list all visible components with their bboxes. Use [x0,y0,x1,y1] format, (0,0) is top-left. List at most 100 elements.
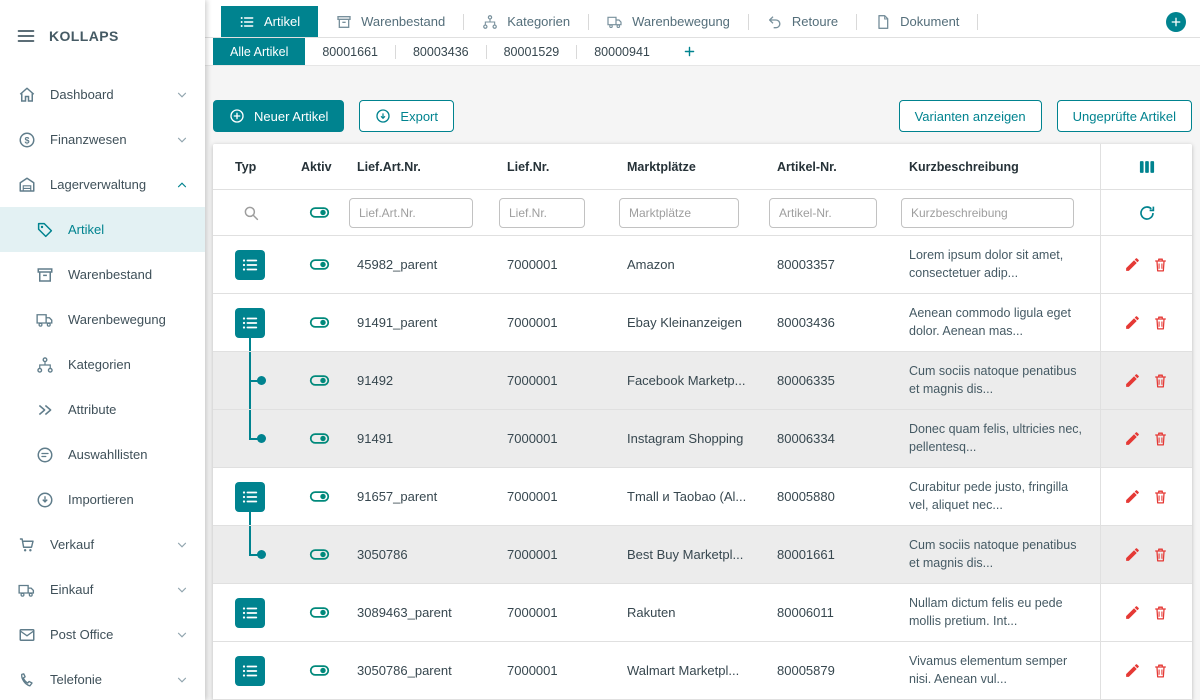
return-icon [767,14,783,30]
sidebar-item-verkauf[interactable]: Verkauf [0,522,205,567]
column-header-lief-art-nr[interactable]: Lief.Art.Nr. [349,160,499,174]
unchecked-articles-button[interactable]: Ungeprüfte Artikel [1057,100,1192,132]
subtab-80001529[interactable]: 80001529 [487,38,577,65]
filter-artikel-nr-input[interactable] [769,198,877,228]
edit-button[interactable] [1124,256,1141,273]
sidebar-item-attribute[interactable]: Attribute [0,387,205,432]
sidebar-item-auswahllisten[interactable]: Auswahllisten [0,432,205,477]
hamburger-menu-icon[interactable] [16,26,36,46]
column-header-kurzbeschreibung[interactable]: Kurzbeschreibung [901,160,1100,174]
expand-row-button[interactable] [235,482,265,512]
subtab-label: 80003436 [413,45,469,59]
chevron-down-icon [175,133,189,147]
sidebar-item-dashboard[interactable]: Dashboard [0,72,205,117]
sidebar-item-label: Kategorien [68,357,131,372]
sidebar-item-post-office[interactable]: Post Office [0,612,205,657]
add-article-tab-button[interactable] [667,38,712,65]
column-header-marktpl-tze[interactable]: Marktplätze [619,160,769,174]
cell-typ [213,642,289,699]
sidebar-item-einkauf[interactable]: Einkauf [0,567,205,612]
delete-button[interactable] [1152,430,1169,447]
active-toggle-icon[interactable] [309,486,330,507]
sidebar-item-finanzwesen[interactable]: $ Finanzwesen [0,117,205,162]
cell-lief-nr: 7000001 [499,257,619,272]
column-header-typ[interactable]: Typ [213,160,289,174]
tab-dokument[interactable]: Dokument [857,6,977,37]
edit-button[interactable] [1124,662,1141,679]
sidebar-item-lagerverwaltung[interactable]: Lagerverwaltung [0,162,205,207]
column-header-artikel-nr[interactable]: Artikel-Nr. [769,160,901,174]
chevron-down-icon [175,673,189,687]
table-row: 3050786 7000001 Best Buy Marketpl... 800… [213,526,1192,584]
active-toggle-icon[interactable] [309,660,330,681]
tab-retoure[interactable]: Retoure [749,6,856,37]
delete-button[interactable] [1152,546,1169,563]
tab-kategorien[interactable]: Kategorien [464,6,588,37]
active-filter-toggle[interactable] [309,202,330,223]
sidebar-item-label: Auswahllisten [68,447,148,462]
refresh-icon[interactable] [1138,204,1156,222]
sidebar-item-kategorien[interactable]: Kategorien [0,342,205,387]
delete-button[interactable] [1152,256,1169,273]
edit-button[interactable] [1124,314,1141,331]
sidebar-item-artikel[interactable]: Artikel [0,207,205,252]
tab-artikel[interactable]: Artikel [221,6,318,37]
article-tabbar: Alle Artikel 80001661 80003436 80001529 … [205,38,1200,66]
subtab-80000941[interactable]: 80000941 [577,38,667,65]
table-row: 91491_parent 7000001 Ebay Kleinanzeigen … [213,294,1192,352]
toolbar-left: Neuer Artikel Export [213,100,454,132]
phone-icon [18,671,36,689]
tab-warenbewegung[interactable]: Warenbewegung [589,6,748,37]
edit-button[interactable] [1124,372,1141,389]
active-toggle-icon[interactable] [309,428,330,449]
export-button[interactable]: Export [359,100,454,132]
tab-warenbestand[interactable]: Warenbestand [318,6,463,37]
delete-button[interactable] [1152,372,1169,389]
subtab-alle-artikel[interactable]: Alle Artikel [213,38,305,65]
columns-icon[interactable] [1137,157,1157,177]
chevron-up-icon [175,178,189,192]
active-toggle-icon[interactable] [309,370,330,391]
delete-button[interactable] [1152,314,1169,331]
chevron-down-icon [175,628,189,642]
subtab-label: 80001529 [504,45,560,59]
column-header-lief-nr[interactable]: Lief.Nr. [499,160,619,174]
expand-row-button[interactable] [235,308,265,338]
delete-button[interactable] [1152,488,1169,505]
subtab-80003436[interactable]: 80003436 [396,38,486,65]
active-toggle-icon[interactable] [309,602,330,623]
expand-row-button[interactable] [235,250,265,280]
delete-button[interactable] [1152,604,1169,621]
active-toggle-icon[interactable] [309,544,330,565]
toolbar-right: Varianten anzeigen Ungeprüfte Artikel [899,100,1192,132]
sidebar-item-importieren[interactable]: Importieren [0,477,205,522]
tag-icon [36,221,54,239]
list-icon [239,14,255,30]
edit-button[interactable] [1124,430,1141,447]
edit-button[interactable] [1124,488,1141,505]
sidebar-item-telefonie[interactable]: Telefonie [0,657,205,700]
filter-lief-art-nr-input[interactable] [349,198,473,228]
expand-row-button[interactable] [235,656,265,686]
new-article-button[interactable]: Neuer Artikel [213,100,344,132]
filter-kurzbeschreibung-input[interactable] [901,198,1074,228]
active-toggle-icon[interactable] [309,254,330,275]
filter-marktplaetze-input[interactable] [619,198,739,228]
add-tab-button[interactable] [1166,12,1186,32]
delete-button[interactable] [1152,662,1169,679]
edit-button[interactable] [1124,546,1141,563]
column-header-aktiv[interactable]: Aktiv [289,160,349,174]
sidebar-item-warenbestand[interactable]: Warenbestand [0,252,205,297]
expand-row-button[interactable] [235,598,265,628]
sidebar-item-warenbewegung[interactable]: Warenbewegung [0,297,205,342]
active-toggle-icon[interactable] [309,312,330,333]
show-variants-button[interactable]: Varianten anzeigen [899,100,1042,132]
edit-button[interactable] [1124,604,1141,621]
cell-marktplatz: Ebay Kleinanzeigen [619,315,769,330]
cell-artikel-nr: 80006334 [769,431,901,446]
tab-label: Kategorien [507,14,570,29]
sidebar-header: KOLLAPS [0,0,205,72]
plus-icon [683,45,696,58]
filter-lief-nr-input[interactable] [499,198,585,228]
subtab-80001661[interactable]: 80001661 [305,38,395,65]
